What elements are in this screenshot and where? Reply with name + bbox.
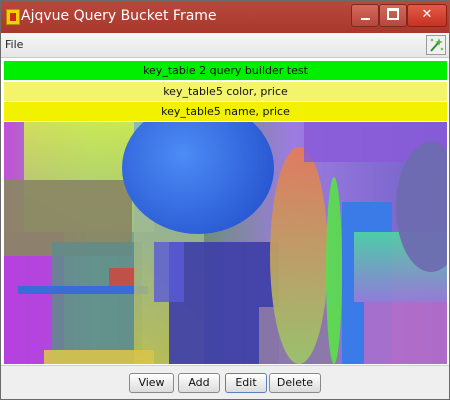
view-button[interactable]: View bbox=[129, 373, 174, 393]
app-icon bbox=[6, 9, 20, 25]
query-item[interactable]: key_table 2 query builder test bbox=[4, 61, 447, 80]
decorative-background-canvas bbox=[4, 122, 447, 364]
background-shape bbox=[364, 302, 447, 364]
tool-icon-button[interactable] bbox=[426, 35, 446, 55]
menu-file[interactable]: File bbox=[5, 38, 23, 51]
minimize-button[interactable] bbox=[351, 4, 379, 27]
magic-wand-icon bbox=[430, 38, 444, 52]
close-button[interactable]: ✕ bbox=[407, 4, 447, 27]
query-item[interactable]: key_table5 name, price bbox=[4, 102, 447, 121]
background-shape bbox=[270, 147, 328, 364]
window-title: Ajqvue Query Bucket Frame bbox=[21, 8, 217, 24]
close-icon: ✕ bbox=[421, 7, 433, 22]
background-shape bbox=[326, 177, 342, 364]
query-bucket-window: Ajqvue Query Bucket Frame ✕ File key_tab… bbox=[0, 0, 450, 400]
query-item[interactable]: key_table5 color, price bbox=[4, 82, 447, 101]
background-shape bbox=[154, 242, 184, 302]
background-shape bbox=[52, 242, 142, 364]
background-shape bbox=[44, 350, 154, 364]
delete-button[interactable]: Delete bbox=[269, 373, 321, 393]
title-bar[interactable]: Ajqvue Query Bucket Frame ✕ bbox=[1, 1, 449, 33]
maximize-icon bbox=[387, 8, 399, 20]
button-bar: View Add Edit Delete bbox=[1, 365, 449, 399]
add-button[interactable]: Add bbox=[178, 373, 220, 393]
minimize-icon bbox=[360, 17, 370, 20]
maximize-button[interactable] bbox=[379, 4, 407, 27]
edit-button[interactable]: Edit bbox=[225, 373, 267, 393]
menu-bar: File bbox=[1, 33, 449, 58]
background-shape bbox=[18, 286, 148, 294]
